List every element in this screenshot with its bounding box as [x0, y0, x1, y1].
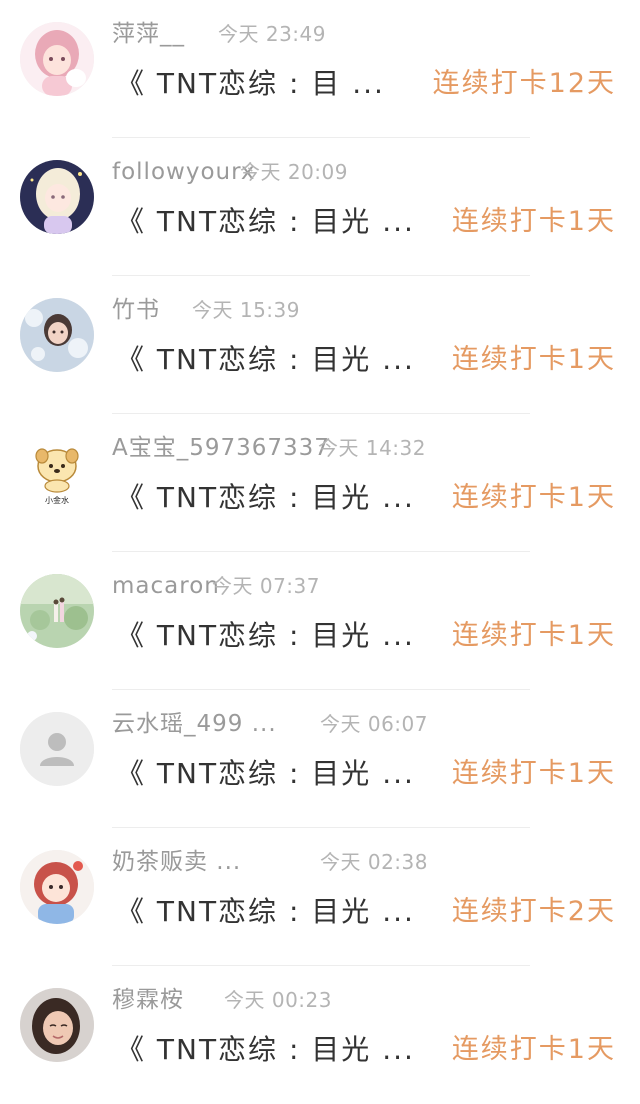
streak-label: 连续打卡1天 — [451, 206, 616, 237]
post-time: 今天 15:39 — [192, 298, 300, 322]
user-name[interactable]: followyourx — [112, 156, 256, 188]
item-meta: 奶茶贩卖 ... 今天 02:38 — [112, 846, 428, 878]
list-item[interactable]: followyourx 今天 20:09 《 TNT恋综 : 目光 ... 连续… — [0, 138, 640, 276]
post-time: 今天 02:38 — [320, 850, 428, 874]
list-item[interactable]: 小金水 A宝宝_597367337 今天 14:32 《 TNT恋综 : 目光 … — [0, 414, 640, 552]
streak-label: 连续打卡1天 — [451, 1034, 616, 1065]
list-item[interactable]: 穆霖桉 今天 00:23 《 TNT恋综 : 目光 ... 连续打卡1天 — [0, 966, 640, 1104]
message-preview[interactable]: 《 TNT恋综 : 目光 ... — [116, 1028, 415, 1072]
user-name[interactable]: macaron — [112, 570, 220, 602]
item-meta: 穆霖桉 今天 00:23 — [112, 984, 332, 1016]
item-meta: A宝宝_597367337 今天 14:32 — [112, 432, 426, 464]
user-name[interactable]: 萍萍__ — [112, 18, 185, 50]
item-meta: macaron 今天 07:37 — [112, 570, 320, 602]
message-preview[interactable]: 《 TNT恋综 : 目光 ... — [116, 890, 415, 934]
item-meta: 萍萍__ 今天 23:49 — [112, 18, 326, 50]
item-meta: 竹书 今天 15:39 — [112, 294, 300, 326]
list-item[interactable]: macaron 今天 07:37 《 TNT恋综 : 目光 ... 连续打卡1天 — [0, 552, 640, 690]
message-preview[interactable]: 《 TNT恋综 : 目光 ... — [116, 614, 415, 658]
selfie-girl-avatar[interactable] — [20, 988, 94, 1062]
anime-girl-pink-avatar[interactable] — [20, 22, 94, 96]
streak-label: 连续打卡1天 — [451, 482, 616, 513]
streak-label: 连续打卡1天 — [451, 758, 616, 789]
landscape-couple-avatar[interactable] — [20, 574, 94, 648]
user-name[interactable]: 云水瑶_499 ... — [112, 708, 277, 740]
user-name[interactable]: 竹书 — [112, 294, 160, 326]
post-time: 今天 06:07 — [320, 712, 428, 736]
list-item[interactable]: 竹书 今天 15:39 《 TNT恋综 : 目光 ... 连续打卡1天 — [0, 276, 640, 414]
item-meta: 云水瑶_499 ... 今天 06:07 — [112, 708, 428, 740]
message-preview[interactable]: 《 TNT恋综 : 目光 ... — [116, 200, 415, 244]
anime-blonde-girl-avatar[interactable] — [20, 160, 94, 234]
message-preview[interactable]: 《 TNT恋综 : 目光 ... — [116, 338, 415, 382]
message-preview[interactable]: 《 TNT恋综 : 目 ... — [116, 62, 385, 106]
post-time: 今天 14:32 — [318, 436, 426, 460]
user-name[interactable]: 奶茶贩卖 ... — [112, 846, 241, 878]
anime-red-hair-girl-avatar[interactable] — [20, 850, 94, 924]
item-meta: followyourx 今天 20:09 — [112, 156, 348, 188]
default-user-avatar[interactable] — [20, 712, 94, 786]
post-time: 今天 07:37 — [212, 574, 320, 598]
post-time: 今天 23:49 — [218, 22, 326, 46]
list-item[interactable]: 云水瑶_499 ... 今天 06:07 《 TNT恋综 : 目光 ... 连续… — [0, 690, 640, 828]
streak-label: 连续打卡1天 — [451, 344, 616, 375]
message-preview[interactable]: 《 TNT恋综 : 目光 ... — [116, 752, 415, 796]
avatar-caption: 小金水 — [45, 495, 69, 505]
list-item[interactable]: 萍萍__ 今天 23:49 《 TNT恋综 : 目 ... 连续打卡12天 — [0, 0, 640, 138]
user-name[interactable]: 穆霖桉 — [112, 984, 184, 1016]
bubbles-girl-avatar[interactable] — [20, 298, 94, 372]
streak-label: 连续打卡2天 — [451, 896, 616, 927]
message-preview[interactable]: 《 TNT恋综 : 目光 ... — [116, 476, 415, 520]
post-time: 今天 20:09 — [240, 160, 348, 184]
streak-label: 连续打卡12天 — [432, 68, 616, 99]
post-time: 今天 00:23 — [224, 988, 332, 1012]
streak-label: 连续打卡1天 — [451, 620, 616, 651]
cartoon-puppy-avatar[interactable]: 小金水 — [20, 436, 94, 510]
list-item[interactable]: 奶茶贩卖 ... 今天 02:38 《 TNT恋综 : 目光 ... 连续打卡2… — [0, 828, 640, 966]
user-name[interactable]: A宝宝_597367337 — [112, 432, 330, 464]
